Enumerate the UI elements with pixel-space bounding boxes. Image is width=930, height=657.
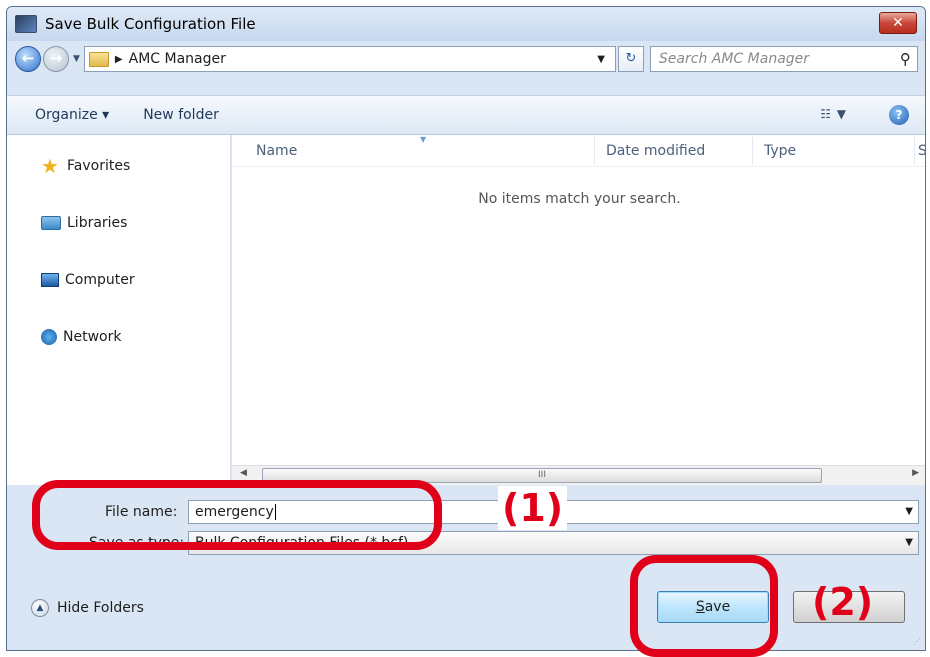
sidebar-item-label: Libraries [67, 215, 128, 231]
sidebar-item-label: Network [63, 329, 122, 345]
close-button[interactable]: ✕ [879, 12, 917, 34]
computer-icon [41, 273, 59, 287]
sidebar-item-label: Computer [65, 272, 135, 288]
scroll-right-icon[interactable]: ▶ [912, 468, 919, 478]
new-folder-button[interactable]: New folder [143, 107, 219, 123]
path-breadcrumb[interactable]: ▶ AMC Manager ▼ [83, 46, 616, 72]
annotation-label-step2: (2) [812, 580, 874, 624]
address-bar: ← → ▼ ▶ AMC Manager ▼ ↻ Search AMC Manag… [7, 41, 925, 77]
sidebar-item-label: Favorites [67, 158, 131, 174]
column-header-row: ▼ Name Date modified Type S [232, 135, 925, 167]
annotation-box-step2 [630, 555, 778, 657]
navigation-pane: ★ Favorites Libraries Computer Network [7, 135, 231, 485]
organize-menu[interactable]: Organize ▾ [35, 107, 109, 123]
star-icon: ★ [41, 154, 59, 178]
resize-grip-icon[interactable]: ⋰ [913, 637, 921, 646]
search-icon[interactable]: ⚲ [900, 50, 911, 68]
view-options-icon[interactable]: ☷ ▼ [820, 107, 847, 121]
app-icon [15, 15, 37, 33]
column-divider[interactable] [594, 137, 595, 165]
save-as-type-dropdown-icon[interactable]: ▼ [905, 532, 913, 554]
column-size[interactable]: S [918, 143, 925, 159]
title-bar: Save Bulk Configuration File ✕ [7, 7, 925, 41]
hide-folders-button[interactable]: ▲ Hide Folders [31, 599, 144, 617]
sidebar-item-computer[interactable]: Computer [41, 272, 135, 288]
scroll-left-icon[interactable]: ◀ [240, 468, 247, 478]
column-divider[interactable] [914, 137, 915, 165]
sidebar-item-libraries[interactable]: Libraries [41, 215, 127, 231]
collapse-chevron-icon: ▲ [31, 599, 49, 617]
window-title: Save Bulk Configuration File [45, 15, 256, 33]
annotation-box-step1 [32, 480, 442, 550]
save-dialog: Save Bulk Configuration File ✕ ← → ▼ ▶ A… [6, 6, 926, 651]
column-divider[interactable] [752, 137, 753, 165]
search-placeholder: Search AMC Manager [658, 51, 810, 67]
folder-icon [88, 51, 109, 67]
forward-button[interactable]: → [43, 46, 69, 72]
column-date-modified[interactable]: Date modified [606, 143, 705, 159]
help-icon[interactable]: ? [889, 105, 909, 125]
file-list: ▼ Name Date modified Type S No items mat… [232, 135, 925, 485]
column-name[interactable]: Name [256, 143, 297, 159]
hide-folders-label: Hide Folders [57, 600, 144, 616]
sidebar-item-favorites[interactable]: ★ Favorites [41, 154, 131, 178]
network-icon [41, 329, 57, 345]
breadcrumb-chevron-icon[interactable]: ▶ [115, 54, 123, 65]
file-name-dropdown-icon[interactable]: ▼ [905, 501, 913, 523]
back-button[interactable]: ← [15, 46, 41, 72]
history-dropdown-icon[interactable]: ▼ [73, 54, 80, 64]
command-toolbar: Organize ▾ New folder ☷ ▼ ? [7, 95, 925, 135]
search-input[interactable]: Search AMC Manager ⚲ [649, 46, 918, 72]
libraries-icon [41, 216, 61, 230]
refresh-icon[interactable]: ↻ [617, 46, 644, 72]
annotation-label-step1: (1) [498, 486, 568, 530]
empty-message: No items match your search. [478, 191, 681, 207]
sidebar-item-network[interactable]: Network [41, 329, 121, 345]
sort-indicator-icon: ▼ [420, 135, 427, 144]
path-dropdown-icon[interactable]: ▼ [597, 54, 605, 65]
column-type[interactable]: Type [764, 143, 796, 159]
breadcrumb-location[interactable]: AMC Manager [129, 51, 226, 67]
